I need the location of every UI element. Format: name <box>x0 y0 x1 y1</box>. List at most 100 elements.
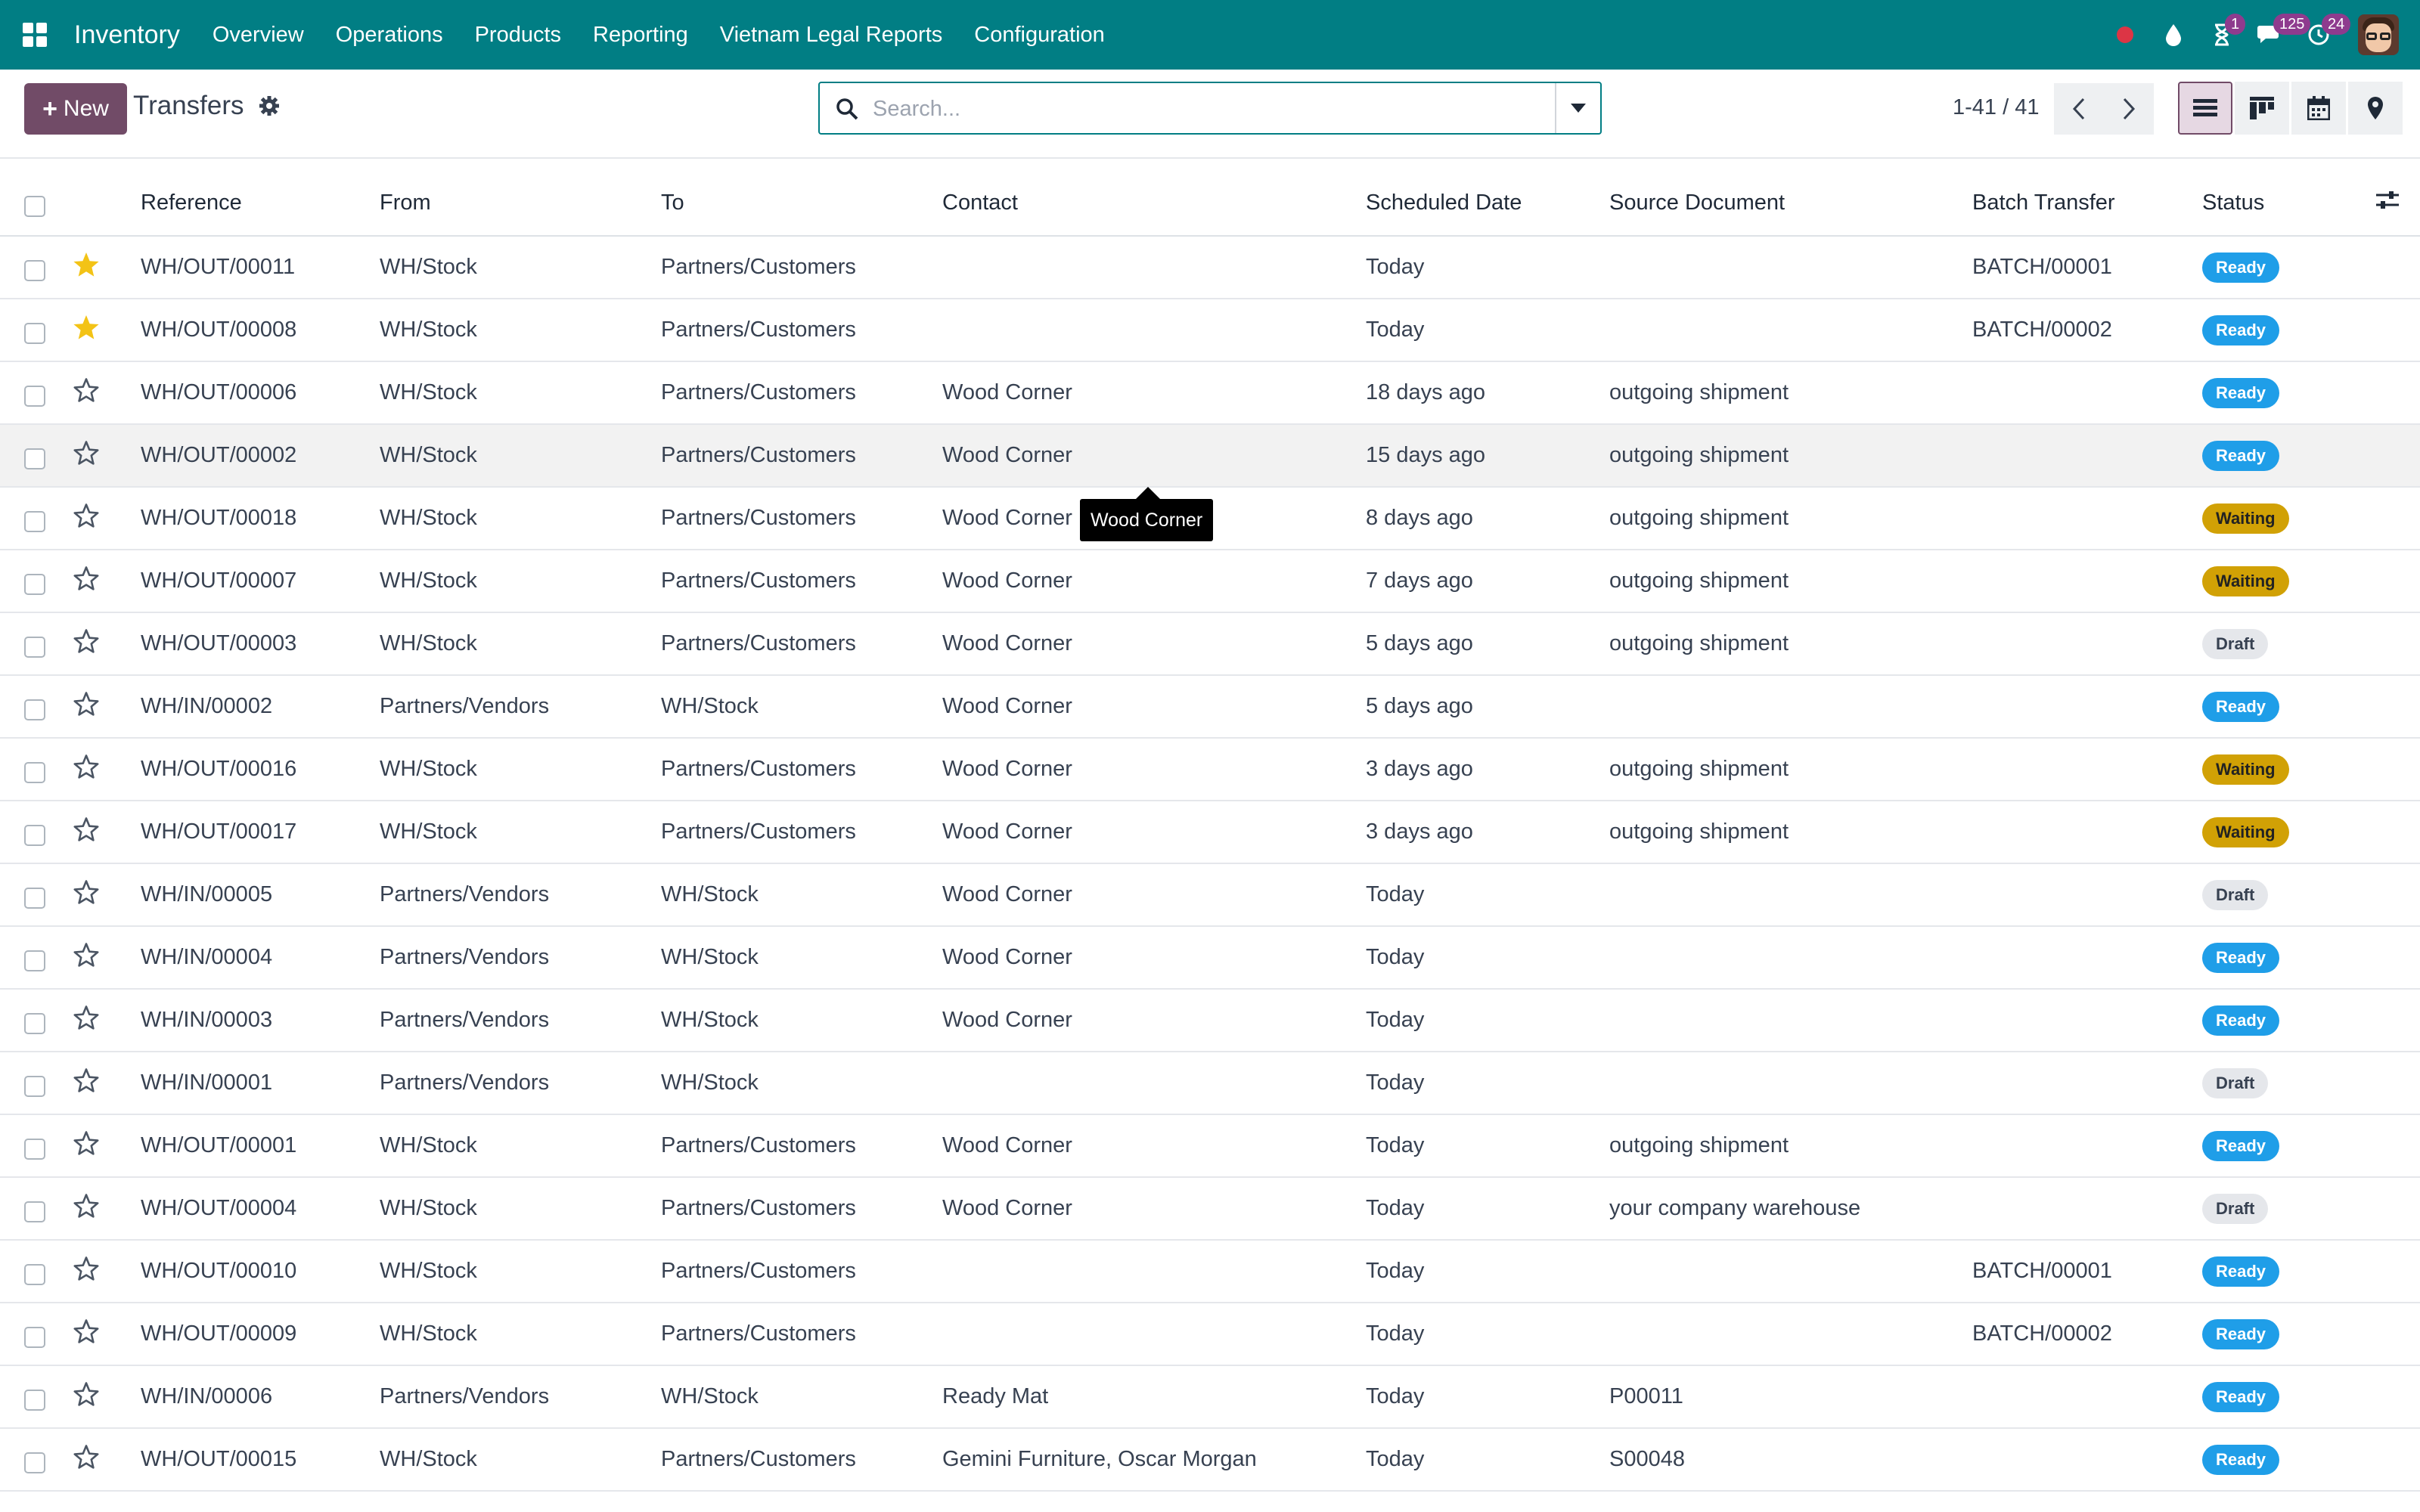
menu-reporting[interactable]: Reporting <box>577 23 704 48</box>
calendar-view-button[interactable] <box>2291 82 2346 135</box>
table-row[interactable]: WH/IN/00003 Partners/Vendors WH/Stock Wood … <box>0 989 2420 1052</box>
menu-configuration[interactable]: Configuration <box>958 23 1121 48</box>
menu-operations[interactable]: Operations <box>320 23 459 48</box>
cell-status: Waiting <box>2202 801 2358 864</box>
column-source-document[interactable]: Source Document <box>1609 171 1972 237</box>
table-row[interactable]: WH/OUT/00015 WH/Stock Partners/Customers Ge… <box>0 1428 2420 1492</box>
row-checkbox[interactable] <box>24 1452 45 1473</box>
column-from[interactable]: From <box>380 171 661 237</box>
gear-icon[interactable] <box>259 95 280 120</box>
menu-vietnam-legal-reports[interactable]: Vietnam Legal Reports <box>704 23 958 48</box>
table-row[interactable]: WH/OUT/00017 WH/Stock Partners/Customers Wo… <box>0 801 2420 864</box>
row-checkbox[interactable] <box>24 1012 45 1034</box>
row-checkbox[interactable] <box>24 1201 45 1222</box>
apps-menu-icon[interactable] <box>23 23 47 47</box>
row-checkbox[interactable] <box>24 510 45 532</box>
star-outline-icon[interactable] <box>73 1318 100 1350</box>
row-checkbox[interactable] <box>24 385 45 407</box>
table-row[interactable]: WH/OUT/00007 WH/Stock Partners/Customers Wo… <box>0 550 2420 613</box>
map-view-button[interactable] <box>2348 82 2403 135</box>
drop-button[interactable] <box>2149 0 2198 70</box>
table-row[interactable]: WH/IN/00005 Partners/Vendors WH/Stock Wood … <box>0 863 2420 927</box>
pager-previous-button[interactable] <box>2054 83 2104 135</box>
cell-status: Ready <box>2202 1114 2358 1178</box>
star-outline-icon[interactable] <box>73 377 100 409</box>
contact-tooltip: Wood Corner <box>1080 499 1214 541</box>
row-checkbox[interactable] <box>24 322 45 344</box>
table-row[interactable]: WH/OUT/00009 WH/Stock Partners/Customers To… <box>0 1303 2420 1366</box>
table-row[interactable]: WH/OUT/00008 WH/Stock Partners/Customers To… <box>0 299 2420 362</box>
table-row[interactable]: WH/OUT/00001 WH/Stock Partners/Customers Wo… <box>0 1114 2420 1178</box>
row-checkbox[interactable] <box>24 1389 45 1411</box>
row-checkbox[interactable] <box>24 824 45 846</box>
pager-next-button[interactable] <box>2104 83 2154 135</box>
row-checkbox[interactable] <box>24 573 45 595</box>
select-all-checkbox[interactable] <box>24 195 45 217</box>
star-outline-icon[interactable] <box>73 879 100 911</box>
row-checkbox[interactable] <box>24 636 45 658</box>
column-scheduled-date[interactable]: Scheduled Date <box>1366 171 1609 237</box>
column-reference[interactable]: Reference <box>141 171 380 237</box>
clock-button[interactable]: 24 <box>2294 0 2351 70</box>
table-row[interactable]: WH/OUT/00006 WH/Stock Partners/Customers Wo… <box>0 361 2420 425</box>
column-contact[interactable]: Contact <box>942 171 1366 237</box>
app-name[interactable]: Inventory <box>74 20 180 50</box>
row-checkbox[interactable] <box>24 1138 45 1160</box>
list-view-button[interactable] <box>2178 82 2232 135</box>
search-input[interactable] <box>873 92 1523 125</box>
star-outline-icon[interactable] <box>73 628 100 660</box>
row-checkbox[interactable] <box>24 761 45 783</box>
activities-button[interactable]: 1 <box>2198 0 2246 70</box>
new-button[interactable]: + New <box>24 83 127 135</box>
star-filled-icon[interactable] <box>73 252 100 284</box>
star-outline-icon[interactable] <box>73 503 100 534</box>
row-checkbox[interactable] <box>24 950 45 971</box>
star-filled-icon[interactable] <box>73 314 100 346</box>
table-row[interactable]: WH/IN/00001 Partners/Vendors WH/Stock Today… <box>0 1052 2420 1115</box>
table-row[interactable]: WH/OUT/00002 WH/Stock Partners/Customers Wo… <box>0 424 2420 488</box>
star-outline-icon[interactable] <box>73 816 100 848</box>
table-row[interactable]: WH/OUT/00004 WH/Stock Partners/Customers Wo… <box>0 1177 2420 1241</box>
cell-source-document <box>1609 299 1972 362</box>
table-row[interactable]: WH/OUT/00003 WH/Stock Partners/Customers Wo… <box>0 612 2420 676</box>
column-status[interactable]: Status <box>2202 171 2358 237</box>
kanban-view-button[interactable] <box>2235 82 2289 135</box>
star-outline-icon[interactable] <box>73 1193 100 1225</box>
row-checkbox[interactable] <box>24 887 45 909</box>
menu-products[interactable]: Products <box>459 23 577 48</box>
sliders-icon[interactable] <box>2376 190 2399 211</box>
column-to[interactable]: To <box>661 171 942 237</box>
star-outline-icon[interactable] <box>73 565 100 597</box>
star-outline-icon[interactable] <box>73 691 100 723</box>
row-checkbox[interactable] <box>24 448 45 469</box>
star-outline-icon[interactable] <box>73 1005 100 1036</box>
row-checkbox[interactable] <box>24 1075 45 1097</box>
cell-status: Ready <box>2202 1365 2358 1429</box>
table-row[interactable]: WH/OUT/00010 WH/Stock Partners/Customers To… <box>0 1240 2420 1303</box>
table-row[interactable]: WH/IN/00004 Partners/Vendors WH/Stock Wood … <box>0 926 2420 990</box>
star-outline-icon[interactable] <box>73 1067 100 1099</box>
table-row[interactable]: WH/OUT/00016 WH/Stock Partners/Customers Wo… <box>0 738 2420 801</box>
row-checkbox[interactable] <box>24 699 45 720</box>
table-row[interactable]: WH/OUT/00011 WH/Stock Partners/Customers To… <box>0 236 2420 299</box>
star-outline-icon[interactable] <box>73 1130 100 1162</box>
row-checkbox[interactable] <box>24 1263 45 1285</box>
star-outline-icon[interactable] <box>73 754 100 785</box>
table-row[interactable]: WH/IN/00006 Partners/Vendors WH/Stock Ready… <box>0 1365 2420 1429</box>
star-outline-icon[interactable] <box>73 1444 100 1476</box>
star-outline-icon[interactable] <box>73 1381 100 1413</box>
star-outline-icon[interactable] <box>73 942 100 974</box>
star-outline-icon[interactable] <box>73 440 100 472</box>
recording-indicator[interactable] <box>2101 0 2149 70</box>
table-row[interactable]: WH/IN/00002 Partners/Vendors WH/Stock Wood … <box>0 675 2420 739</box>
user-avatar[interactable] <box>2358 14 2399 55</box>
cell-from: WH/Stock <box>380 612 661 676</box>
pager-value[interactable]: 1-41 / 41 <box>1953 95 2039 120</box>
column-batch-transfer[interactable]: Batch Transfer <box>1972 171 2202 237</box>
messages-button[interactable]: 125 <box>2246 0 2311 70</box>
row-checkbox[interactable] <box>24 1326 45 1348</box>
row-checkbox[interactable] <box>24 259 45 281</box>
search-options-toggle[interactable] <box>1555 83 1600 133</box>
menu-overview[interactable]: Overview <box>197 23 320 48</box>
star-outline-icon[interactable] <box>73 1256 100 1287</box>
